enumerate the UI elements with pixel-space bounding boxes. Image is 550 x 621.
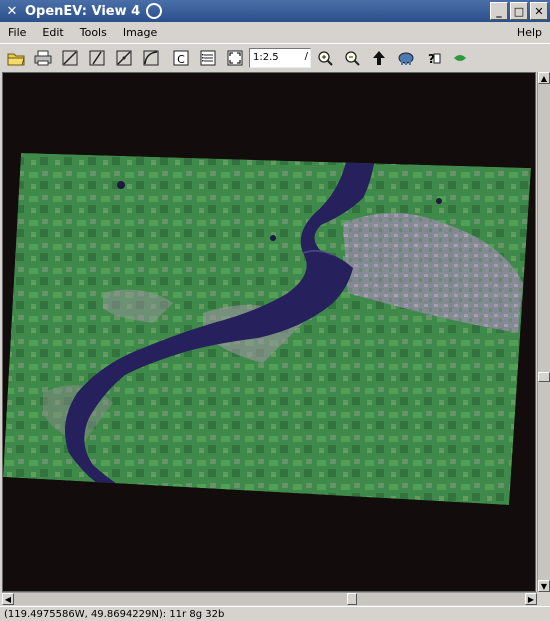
zoom-out-icon [345, 50, 360, 66]
elephant-icon [398, 52, 414, 65]
up-button[interactable] [366, 46, 392, 70]
svg-text:C: C [177, 53, 185, 66]
zoom-in-button[interactable] [312, 46, 338, 70]
menu-edit[interactable]: Edit [34, 26, 71, 39]
vertical-scroll-thumb[interactable] [538, 372, 550, 382]
layers-button[interactable] [195, 46, 221, 70]
scroll-right-icon[interactable]: ▶ [525, 593, 537, 605]
status-bar: (119.4975586W, 49.8694229N): 11r 8g 32b [0, 606, 550, 621]
maximize-button[interactable]: □ [510, 2, 528, 20]
select-line-icon [116, 50, 132, 65]
draw-curve-button[interactable] [138, 46, 164, 70]
layers-icon [200, 50, 216, 65]
app-logo-icon [146, 3, 163, 19]
open-folder-icon [7, 53, 25, 65]
image-view-canvas[interactable] [2, 72, 536, 592]
vertical-scrollbar[interactable]: ▲ ▼ [537, 72, 550, 592]
green-eye-icon [454, 54, 466, 61]
menu-tools[interactable]: Tools [72, 26, 115, 39]
draw-line-button[interactable] [57, 46, 83, 70]
roi-button[interactable]: C [168, 46, 194, 70]
up-arrow-icon [373, 50, 385, 65]
zoom-level-value: 1:2.5 [253, 52, 279, 63]
window-title: OpenEV: View 4 [25, 3, 141, 19]
window-controls: _ □ ✕ [490, 2, 548, 20]
scroll-left-icon[interactable]: ◀ [2, 593, 14, 605]
menu-bar: File Edit Tools Image Help [0, 22, 550, 42]
close-button[interactable]: ✕ [530, 2, 548, 20]
edit-line-button[interactable] [84, 46, 110, 70]
edit-line-icon [89, 50, 105, 65]
menu-help[interactable]: Help [509, 26, 550, 39]
scroll-up-icon[interactable]: ▲ [538, 72, 550, 84]
roi-icon: C [173, 50, 189, 66]
zoom-dropdown-icon[interactable]: / [305, 51, 308, 62]
window-menu-icon[interactable]: ✕ [3, 2, 21, 20]
menu-image[interactable]: Image [115, 26, 165, 39]
zoom-out-button[interactable] [339, 46, 365, 70]
select-line-button[interactable] [111, 46, 137, 70]
help-button[interactable]: ? [420, 46, 446, 70]
cursor-position-readout: (119.4975586W, 49.8694229N): 11r 8g 32b [4, 608, 225, 620]
minimize-button[interactable]: _ [490, 2, 508, 20]
scroll-down-icon[interactable]: ▼ [538, 580, 550, 592]
horizontal-scroll-thumb[interactable] [347, 593, 357, 605]
print-icon [34, 50, 52, 65]
window-titlebar: ✕ OpenEV: View 4 _ □ ✕ [0, 0, 550, 22]
fit-extent-button[interactable] [222, 46, 248, 70]
fit-extent-icon [227, 50, 243, 65]
horizontal-scrollbar[interactable]: ◀ ▶ [2, 592, 537, 605]
help-icon: ? [428, 52, 441, 66]
print-button[interactable] [30, 46, 56, 70]
zoom-in-icon [318, 50, 333, 66]
satellite-image [3, 153, 531, 505]
3d-view-button[interactable] [393, 46, 419, 70]
draw-curve-icon [143, 50, 159, 65]
toolbar: C 1:2.5 / ? [0, 43, 550, 71]
layer-visibility-button[interactable] [447, 46, 473, 70]
draw-line-icon [62, 50, 78, 65]
menu-file[interactable]: File [0, 26, 34, 39]
open-button[interactable] [3, 46, 29, 70]
zoom-level-field[interactable]: 1:2.5 / [249, 47, 311, 68]
